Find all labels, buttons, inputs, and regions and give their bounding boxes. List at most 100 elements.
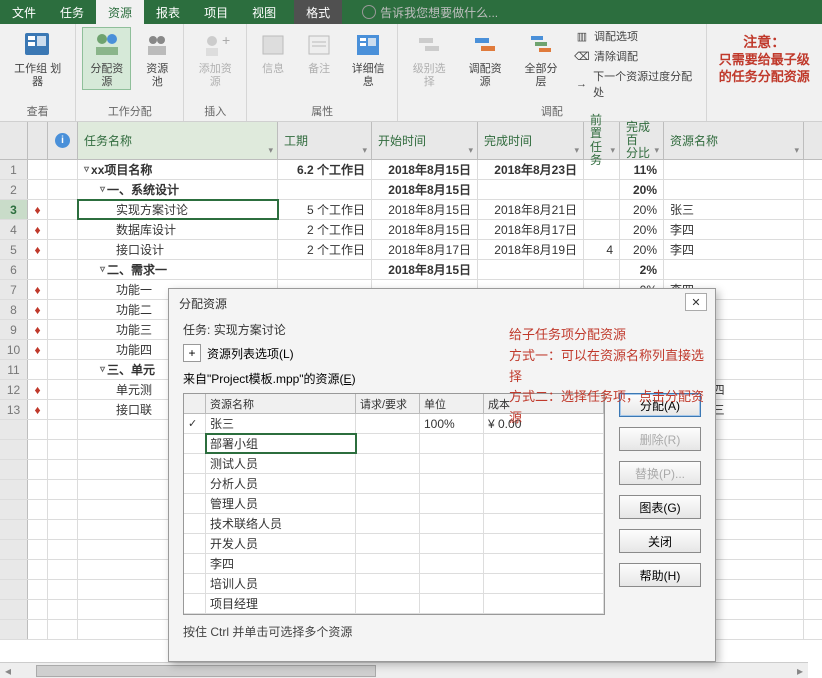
menu-tab-项目[interactable]: 项目 (192, 0, 240, 24)
start-header[interactable]: 开始时间▾ (372, 122, 478, 159)
resource-name-cell[interactable]: 李四 (206, 554, 356, 573)
task-row[interactable]: 3♦实现方案讨论5 个工作日2018年8月15日2018年8月21日20%张三 (0, 200, 822, 220)
unit-cell[interactable] (420, 594, 484, 613)
start-cell[interactable]: 2018年8月15日 (372, 160, 478, 179)
horizontal-scrollbar[interactable]: ◂ ▸ (0, 662, 808, 678)
menu-tab-资源[interactable]: 资源 (96, 0, 144, 24)
cost-cell[interactable] (484, 434, 604, 453)
resource-name-cell[interactable]: 张三 (206, 414, 356, 433)
level-resource-button[interactable]: 调配资源 (460, 27, 510, 90)
start-cell[interactable]: 2018年8月17日 (372, 240, 478, 259)
cost-cell[interactable] (484, 474, 604, 493)
row-number[interactable]: 4 (0, 220, 28, 239)
cost-cell[interactable] (484, 574, 604, 593)
scroll-left-icon[interactable]: ◂ (0, 664, 16, 678)
predecessors-header[interactable]: 前置 任务▾ (584, 122, 620, 159)
duration-cell[interactable]: 5 个工作日 (278, 200, 372, 219)
unit-cell[interactable] (420, 554, 484, 573)
task-name-cell[interactable]: 实现方案讨论 (78, 200, 278, 219)
resource-row[interactable]: 项目经理 (184, 594, 604, 614)
expand-icon[interactable]: ▿ (84, 164, 89, 175)
check-cell[interactable] (184, 594, 206, 613)
duration-cell[interactable]: 2 个工作日 (278, 240, 372, 259)
start-cell[interactable]: 2018年8月15日 (372, 220, 478, 239)
task-row[interactable]: 4♦数据库设计2 个工作日2018年8月15日2018年8月17日20%李四 (0, 220, 822, 240)
resource-pool-button[interactable]: 资源池 (137, 27, 177, 90)
cost-cell[interactable] (484, 594, 604, 613)
resource-name-cell[interactable]: 培训人员 (206, 574, 356, 593)
unit-cell[interactable] (420, 574, 484, 593)
res-cell[interactable]: 张三 (664, 200, 804, 219)
res-cell[interactable] (664, 180, 804, 199)
resource-row[interactable]: 管理人员 (184, 494, 604, 514)
row-number[interactable]: 1 (0, 160, 28, 179)
start-cell[interactable]: 2018年8月15日 (372, 260, 478, 279)
menu-tab-报表[interactable]: 报表 (144, 0, 192, 24)
cost-cell[interactable] (484, 554, 604, 573)
resource-name-cell[interactable]: 技术联络人员 (206, 514, 356, 533)
request-cell[interactable] (356, 594, 420, 613)
row-number[interactable]: 11 (0, 360, 28, 379)
task-row[interactable]: 2 ▿一、系统设计 2018年8月15日 20% (0, 180, 822, 200)
pct-cell[interactable]: 20% (620, 200, 664, 219)
menu-tab-视图[interactable]: 视图 (240, 0, 288, 24)
unit-cell[interactable] (420, 434, 484, 453)
res-cell[interactable]: 李四 (664, 220, 804, 239)
check-cell[interactable] (184, 514, 206, 533)
row-number[interactable]: 3 (0, 200, 28, 219)
task-name-header[interactable]: 任务名称▾ (78, 122, 278, 159)
resource-row[interactable]: 技术联络人员 (184, 514, 604, 534)
row-number[interactable]: 9 (0, 320, 28, 339)
task-row[interactable]: 6▿二、需求一2018年8月15日2% (0, 260, 822, 280)
check-cell[interactable] (184, 554, 206, 573)
row-number[interactable]: 2 (0, 180, 28, 199)
end-cell[interactable]: 2018年8月23日 (478, 160, 584, 179)
expand-options-button[interactable]: + (183, 344, 201, 362)
duration-cell[interactable] (278, 260, 372, 279)
check-cell[interactable] (184, 434, 206, 453)
pct-cell[interactable]: 2% (620, 260, 664, 279)
menu-tab-format[interactable]: 格式 (294, 0, 342, 24)
next-overallocation-button[interactable]: →下一个资源过度分配处 (572, 67, 700, 101)
end-cell[interactable] (478, 180, 584, 199)
req-header[interactable]: 请求/要求 (356, 394, 420, 413)
cost-cell[interactable] (484, 494, 604, 513)
level-all-button[interactable]: 全部分层 (516, 27, 566, 90)
close-button[interactable]: 关闭 (619, 529, 701, 553)
resource-name-cell[interactable]: 测试人员 (206, 454, 356, 473)
check-cell[interactable] (184, 534, 206, 553)
end-cell[interactable]: 2018年8月21日 (478, 200, 584, 219)
row-number[interactable]: 12 (0, 380, 28, 399)
task-name-cell[interactable]: ▿一、系统设计 (78, 180, 278, 199)
resource-name-cell[interactable]: 开发人员 (206, 534, 356, 553)
check-cell[interactable] (184, 474, 206, 493)
menu-tab-文件[interactable]: 文件 (0, 0, 48, 24)
pct-cell[interactable]: 20% (620, 240, 664, 259)
request-cell[interactable] (356, 494, 420, 513)
check-cell[interactable]: ✓ (184, 414, 206, 433)
unit-cell[interactable] (420, 474, 484, 493)
duration-cell[interactable] (278, 180, 372, 199)
end-cell[interactable]: 2018年8月17日 (478, 220, 584, 239)
resource-name-cell[interactable]: 项目经理 (206, 594, 356, 613)
row-number[interactable]: 6 (0, 260, 28, 279)
resource-row[interactable]: 培训人员 (184, 574, 604, 594)
request-cell[interactable] (356, 414, 420, 433)
duration-cell[interactable]: 2 个工作日 (278, 220, 372, 239)
dialog-titlebar[interactable]: 分配资源 ✕ (169, 289, 715, 317)
row-number[interactable]: 13 (0, 400, 28, 419)
end-cell[interactable]: 2018年8月19日 (478, 240, 584, 259)
level-options-button[interactable]: ▥调配选项 (572, 27, 700, 45)
end-header[interactable]: 完成时间▾ (478, 122, 584, 159)
unit-header[interactable]: 单位 (420, 394, 484, 413)
assign-resources-button[interactable]: 分配资源 (82, 27, 131, 90)
check-cell[interactable] (184, 494, 206, 513)
start-cell[interactable]: 2018年8月15日 (372, 180, 478, 199)
unit-cell[interactable] (420, 514, 484, 533)
expand-icon[interactable]: ▿ (100, 364, 105, 375)
pct-cell[interactable]: 11% (620, 160, 664, 179)
pct-cell[interactable]: 20% (620, 180, 664, 199)
help-button[interactable]: 帮助(H) (619, 563, 701, 587)
menu-tab-任务[interactable]: 任务 (48, 0, 96, 24)
cost-cell[interactable] (484, 514, 604, 533)
